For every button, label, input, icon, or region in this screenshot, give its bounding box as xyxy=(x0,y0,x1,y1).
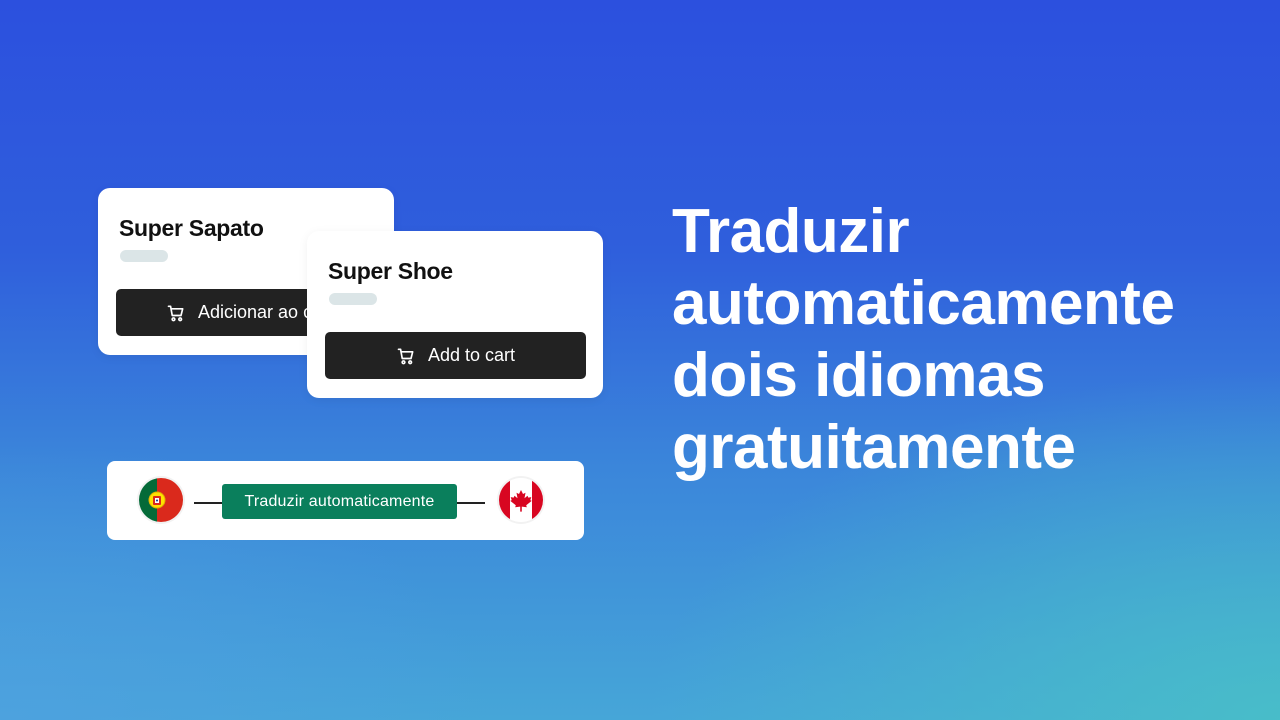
headline: Traduzir automaticamente dois idiomas gr… xyxy=(672,196,1175,484)
canada-flag-icon xyxy=(499,478,543,522)
connector-line xyxy=(457,502,485,504)
headline-line: dois idiomas xyxy=(672,341,1045,410)
connector-line xyxy=(194,502,222,504)
cart-icon xyxy=(167,305,184,321)
price-placeholder xyxy=(329,293,377,305)
portugal-flag-icon xyxy=(139,478,183,522)
cart-icon xyxy=(397,348,414,364)
add-to-cart-button[interactable]: Add to cart xyxy=(325,332,586,379)
product-title: Super Shoe xyxy=(328,258,453,284)
headline-line: Traduzir xyxy=(672,197,910,266)
headline-line: gratuitamente xyxy=(672,413,1076,482)
price-placeholder xyxy=(120,250,168,262)
headline-line: automaticamente xyxy=(672,269,1175,338)
product-title: Super Sapato xyxy=(119,215,264,241)
product-card-english: Super Shoe Add to cart xyxy=(307,231,603,398)
add-to-cart-label: Add to cart xyxy=(427,345,516,365)
auto-translate-label: Traduzir automaticamente xyxy=(244,492,435,510)
auto-translate-button[interactable]: Traduzir automaticamente xyxy=(222,484,457,519)
translate-bar: Traduzir automaticamente xyxy=(107,461,584,540)
